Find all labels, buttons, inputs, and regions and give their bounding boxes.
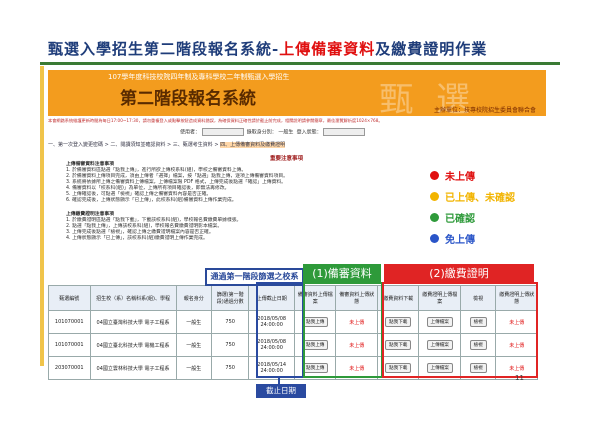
slide-title: 甄選入學招生第二階段報名系統-上傳備審資料及繳費證明作業 [48, 38, 487, 59]
cell-id: 203070001 [48, 356, 91, 380]
step-3[interactable]: 三、甄選考生資料 [173, 142, 213, 148]
legend-item-exempt: 免上傳 [430, 231, 475, 246]
col-identity: 報名身分 [175, 285, 212, 311]
cell-score: 750 [210, 356, 250, 380]
cell-identity: 一般生 [175, 333, 212, 357]
blue-dot-icon [430, 234, 439, 243]
deadline-highlight-box [256, 282, 304, 378]
payment-rules: 上傳繳費證明注意事項 1. 於繳費證明區點選「點我下載」，下載該校系科(組)，學… [66, 212, 366, 242]
review-section-label: (1)備審資料 [303, 264, 381, 284]
payment-section-label: (2)繳費證明 [384, 264, 534, 284]
title-divider [40, 62, 560, 65]
review-rule-item: 6. 確認完成後，上傳狀態顯示「已上傳」，此校系科(組)備審資料上傳作業完成。 [66, 198, 237, 203]
user-info-row: 使用者： 錄取身分別： 一般生 登入狀態： [180, 128, 366, 136]
col-school: 招生校（系）名稱科系(組)、學程 [89, 285, 177, 311]
page-number: 11 [515, 374, 524, 382]
cell-identity: 一般生 [175, 310, 212, 334]
step-navigation: 一、第一次登入變更密碼 > 二、閱讀須知並確認資料 > 三、甄選考生資料 > 四… [48, 142, 286, 148]
review-rules: 上傳備審資料注意事項 1. 於備審資料區點選「點我上傳」，進行所欲上傳校系科(組… [66, 162, 366, 204]
payment-highlight-box [382, 282, 538, 378]
deadline-connector [278, 376, 280, 384]
yellow-dot-icon [430, 192, 439, 201]
slide-accent-bar [40, 66, 44, 366]
cell-school: 04國立臺北科技大學 電機工程系 [89, 333, 177, 357]
cell-identity: 一般生 [175, 356, 212, 380]
legend-item-confirmed: 已確認 [430, 210, 475, 225]
slide-title-prefix: 甄選入學招生第二階段報名系統- [48, 40, 280, 58]
deadline-label: 截止日期 [256, 384, 306, 398]
system-banner: 甄 選 107學年度科技校院四年制及專科學校二年制甄選入學招生 第二階段報名系統… [48, 70, 546, 116]
review-highlight-box [303, 282, 383, 378]
banner-organizer: 主辦單位：技專校院招生委員會聯合會 [433, 107, 536, 114]
step-2[interactable]: 二、閱讀須知並確認資料 [110, 142, 165, 148]
step-4-active[interactable]: 四、上傳備審資料及繳費證明 [220, 142, 286, 148]
legend-item-uploaded-unconfirmed: 已上傳、未確認 [430, 189, 515, 204]
user-id-label: 使用者： [180, 129, 201, 136]
legend-item-not-uploaded: 未上傳 [430, 168, 475, 183]
login-label: 登入狀態： [296, 129, 322, 136]
step-1[interactable]: 一、第一次登入變更密碼 [48, 142, 103, 148]
banner-title: 第二階段報名系統 [120, 89, 256, 109]
login-status-field [323, 128, 366, 136]
group-label: 錄取身分別： [246, 129, 277, 136]
cell-score: 750 [210, 310, 250, 334]
group-value: 一般生 [278, 129, 294, 136]
col-id: 甄選編號 [48, 285, 91, 311]
slide-title-highlight: 上傳備審資料 [279, 40, 376, 58]
cell-id: 101070001 [48, 310, 91, 334]
user-id-field [201, 128, 244, 136]
cell-school: 04國立臺灣科技大學 電子工程系 [89, 310, 177, 334]
slide-title-suffix: 及繳費證明作業 [375, 40, 488, 58]
red-dot-icon [430, 171, 439, 180]
maintenance-notice: 本會網路系統維護更新時間為每日17:00~17:30，請勿重複登入或點擊按鈕造成… [48, 118, 383, 123]
banner-subtitle: 107學年度科技校院四年制及專科學校二年制甄選入學招生 [108, 73, 290, 81]
cell-school: 04國立雲林科技大學 電子工程系 [89, 356, 177, 380]
green-dot-icon [430, 213, 439, 222]
col-score: 篩選(第一階段)通過分數 [210, 285, 250, 311]
payment-rule-item: 4. 上傳狀態顯示「已上傳」，該校系科(組)繳費證明上傳作業完成。 [66, 236, 208, 241]
cell-score: 750 [210, 333, 250, 357]
notice-heading: 重要注意事項 [270, 156, 304, 162]
cell-id: 101070001 [48, 333, 91, 357]
